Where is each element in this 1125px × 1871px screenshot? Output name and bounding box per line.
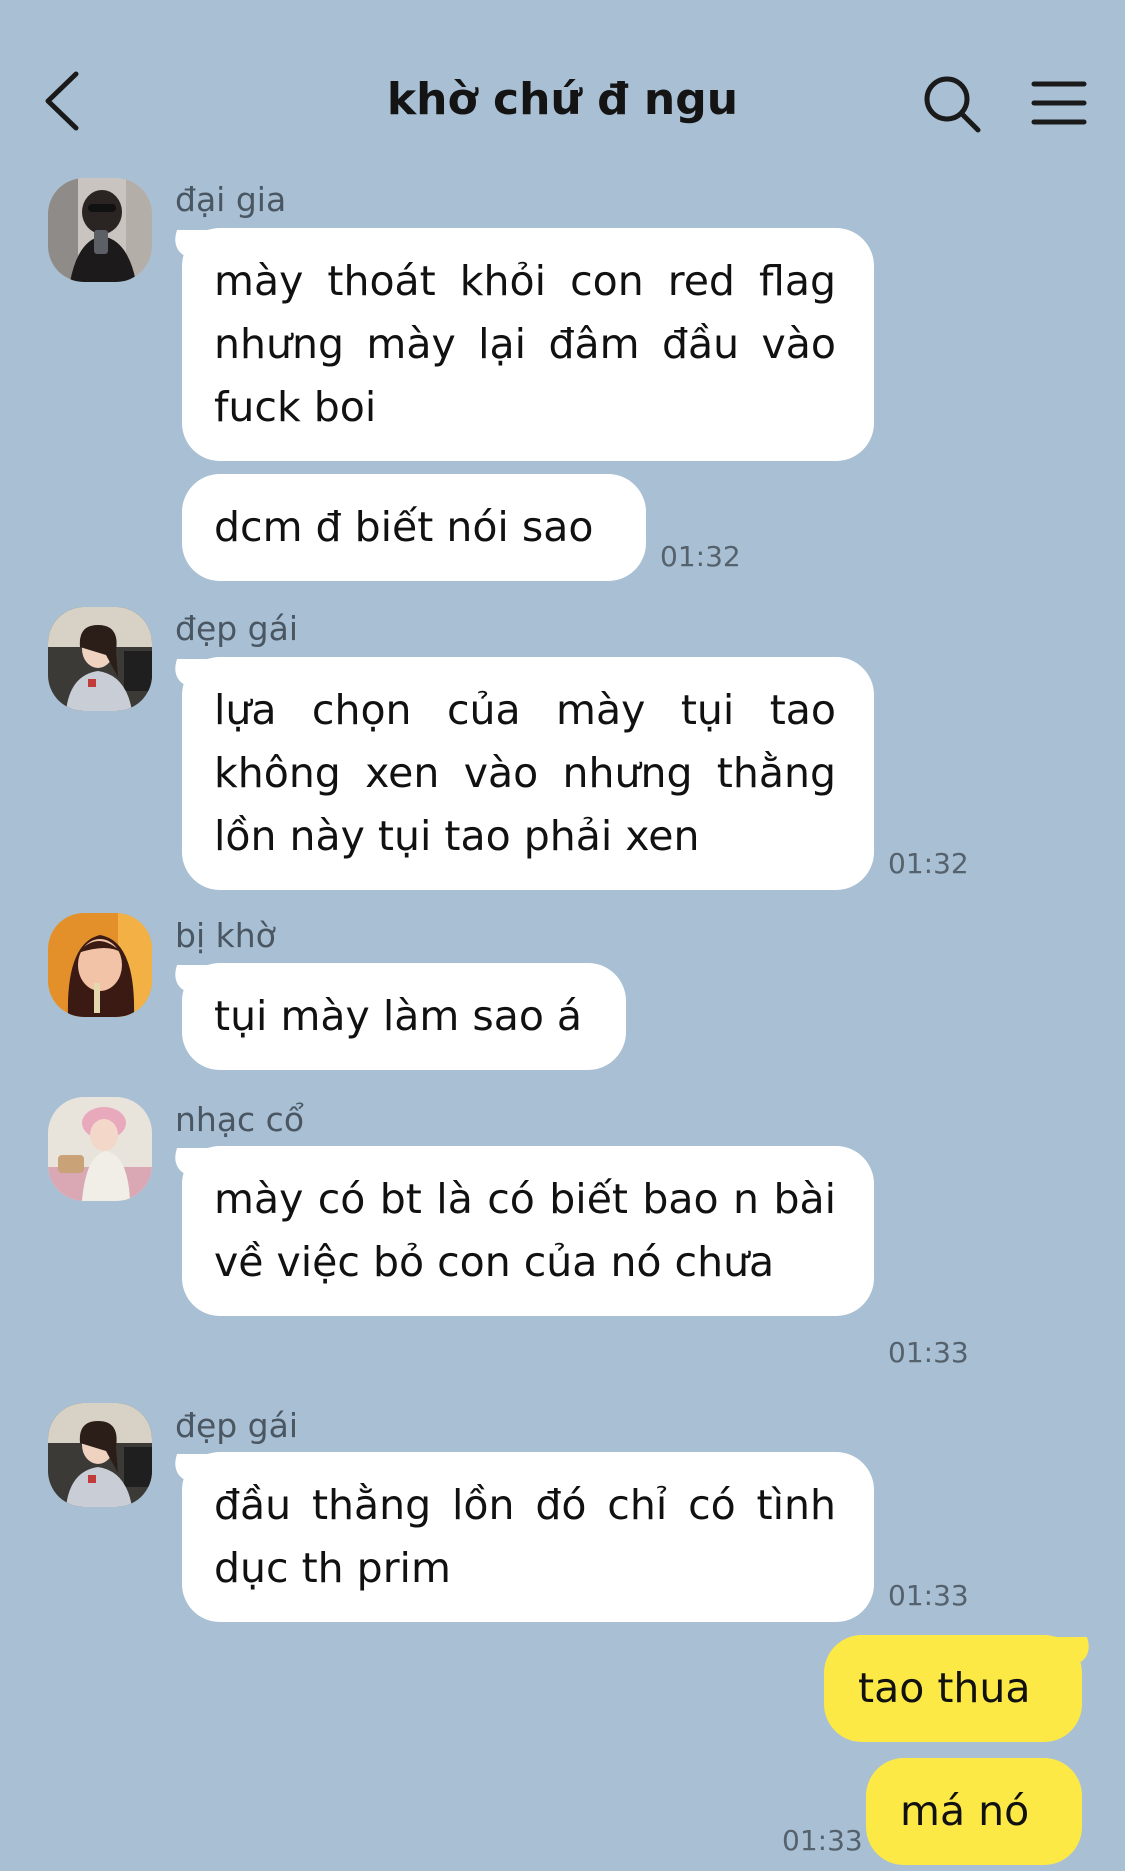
avatar-photo: [48, 913, 152, 1017]
avatar-photo: [48, 607, 152, 711]
message-bubble[interactable]: đầu thằng lồn đó chỉ có tình dục th prim: [182, 1452, 874, 1622]
avatar[interactable]: [48, 178, 152, 282]
avatar[interactable]: [48, 607, 152, 711]
hamburger-menu-icon: [1031, 81, 1087, 125]
sender-name: đẹp gái: [175, 1406, 299, 1445]
avatar[interactable]: [48, 1403, 152, 1507]
avatar-photo: [48, 178, 152, 282]
search-icon: [924, 76, 981, 133]
sender-name: đại gia: [175, 180, 287, 219]
message-timestamp: 01:33: [782, 1824, 863, 1857]
my-message-bubble[interactable]: má nó: [866, 1758, 1082, 1865]
message-timestamp: 01:33: [888, 1336, 969, 1369]
message-bubble[interactable]: mày có bt là có biết bao n bài về việc b…: [182, 1146, 874, 1316]
avatar-photo: [48, 1403, 152, 1507]
message-timestamp: 01:33: [888, 1579, 969, 1612]
message-timestamp: 01:32: [888, 847, 969, 880]
message-bubble[interactable]: tụi mày làm sao á: [182, 963, 626, 1070]
avatar[interactable]: [48, 1097, 152, 1201]
avatar[interactable]: [48, 913, 152, 1017]
avatar-photo: [48, 1097, 152, 1201]
menu-button[interactable]: [1030, 78, 1088, 128]
message-bubble[interactable]: lựa chọn của mày tụi tao không xen vào n…: [182, 657, 874, 890]
message-bubble[interactable]: mày thoát khỏi con red flag nhưng mày lạ…: [182, 228, 874, 461]
message-timestamp: 01:32: [660, 540, 741, 573]
my-message-bubble[interactable]: tao thua: [824, 1635, 1082, 1742]
chat-header: khờ chứ đ ngu: [0, 0, 1125, 170]
sender-name: đẹp gái: [175, 609, 299, 648]
sender-name: bị khờ: [175, 916, 276, 955]
sender-name: nhạc cổ: [175, 1100, 305, 1139]
search-button[interactable]: [922, 74, 982, 134]
message-bubble[interactable]: dcm đ biết nói sao: [182, 474, 646, 581]
